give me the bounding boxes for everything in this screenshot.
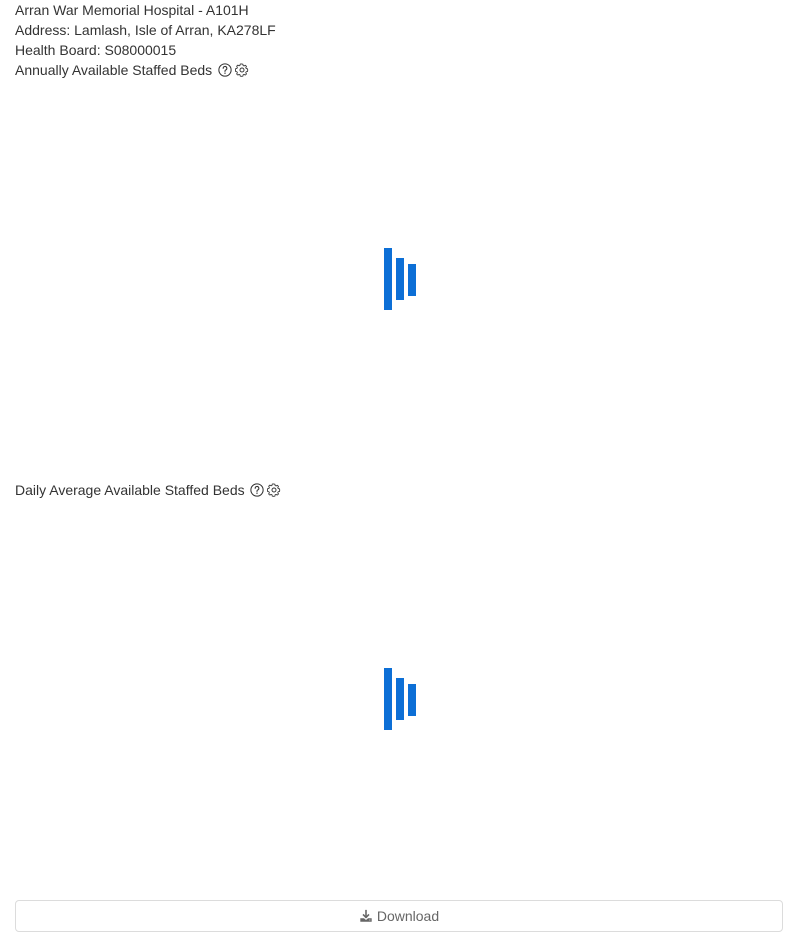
gear-icon[interactable] — [234, 63, 249, 78]
loading-bars-icon — [384, 248, 424, 312]
question-circle-icon[interactable] — [217, 63, 232, 78]
section-daily-beds-header: Daily Average Available Staffed Beds — [15, 480, 282, 500]
loading-bars-icon — [384, 668, 424, 732]
question-circle-icon[interactable] — [250, 483, 265, 498]
gear-icon[interactable] — [267, 483, 282, 498]
download-label: Download — [376, 908, 440, 924]
annual-beds-chart-area — [15, 80, 785, 480]
section-annual-beds-header: Annually Available Staffed Beds — [15, 60, 249, 80]
daily-beds-chart-area — [15, 500, 785, 895]
hospital-name: Arran War Memorial Hospital - A101H — [15, 2, 249, 18]
health-board: Health Board: S08000015 — [15, 42, 177, 58]
download-icon — [359, 909, 373, 923]
section-title: Daily Average Available Staffed Beds — [15, 482, 245, 498]
section-title: Annually Available Staffed Beds — [15, 62, 213, 78]
hospital-address: Address: Lamlash, Isle of Arran, KA278LF — [15, 22, 276, 38]
download-button[interactable]: Download — [15, 900, 783, 932]
